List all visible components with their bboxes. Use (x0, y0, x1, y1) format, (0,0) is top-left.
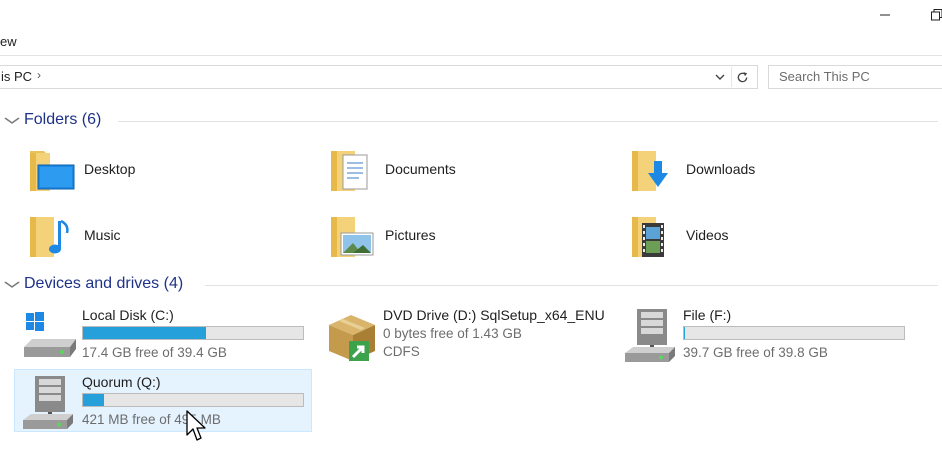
folder-item-desktop[interactable]: Desktop (26, 143, 246, 195)
drive-item-file-f[interactable]: File (F:) 39.7 GB free of 39.8 GB (617, 303, 913, 365)
drive-usage-bar (82, 326, 304, 340)
refresh-icon[interactable] (731, 67, 752, 87)
network-drive-icon (625, 309, 675, 362)
drive-name: DVD Drive (D:) SqlSetup_x64_ENU (383, 307, 605, 323)
drive-usage-bar (82, 393, 304, 407)
drive-usage-fill (684, 327, 685, 339)
folder-item-documents[interactable]: Documents (327, 143, 547, 195)
ribbon-divider (0, 55, 942, 56)
music-folder-icon (30, 217, 69, 257)
folder-label: Videos (686, 227, 729, 243)
group-title: Folders (6) (24, 111, 102, 128)
drive-free-space: 17.4 GB free of 39.4 GB (82, 345, 227, 360)
desktop-folder-icon (30, 151, 75, 191)
drive-usage-bar (683, 326, 905, 340)
address-bar[interactable]: is PC › (0, 65, 758, 89)
drive-item-local-disk-c[interactable]: Local Disk (C:) 17.4 GB free of 39.4 GB (16, 303, 312, 365)
dvd-drive-icon (329, 315, 375, 361)
folder-label: Pictures (385, 227, 436, 243)
drive-usage-fill (83, 394, 104, 406)
folder-item-downloads[interactable]: Downloads (628, 143, 848, 195)
search-input[interactable]: Search This PC (768, 65, 942, 89)
network-drive-icon (23, 376, 73, 429)
folder-label: Desktop (84, 161, 136, 177)
drive-item-dvd-d[interactable]: DVD Drive (D:) SqlSetup_x64_ENU 0 bytes … (317, 303, 613, 365)
drive-name: Quorum (Q:) (82, 374, 161, 390)
folder-item-music[interactable]: Music (26, 209, 246, 261)
tab-view[interactable]: ew (0, 34, 17, 49)
breadcrumb-this-pc[interactable]: is PC (1, 69, 32, 84)
drive-item-quorum-q[interactable]: Quorum (Q:) 421 MB free of 495 MB (14, 369, 312, 432)
folder-item-videos[interactable]: Videos (628, 209, 848, 261)
folder-label: Music (84, 227, 121, 243)
group-header-folders[interactable]: Folders (6) (4, 111, 102, 129)
pictures-folder-icon (331, 217, 374, 257)
drive-filesystem: CDFS (383, 344, 420, 359)
videos-folder-icon (632, 217, 664, 257)
drive-free-space: 0 bytes free of 1.43 GB (383, 326, 522, 341)
chevron-down-icon[interactable] (711, 67, 729, 87)
group-divider (205, 285, 938, 286)
windows-drive-icon (24, 312, 76, 357)
drive-name: File (F:) (683, 307, 732, 323)
folder-label: Documents (385, 161, 456, 177)
folder-item-pictures[interactable]: Pictures (327, 209, 547, 261)
chevron-down-icon[interactable] (4, 113, 21, 128)
breadcrumb-separator-icon[interactable]: › (37, 68, 41, 82)
group-divider (118, 121, 938, 122)
downloads-folder-icon (632, 151, 668, 191)
restore-icon[interactable] (924, 4, 942, 26)
group-header-devices[interactable]: Devices and drives (4) (4, 275, 184, 293)
mouse-cursor-icon (186, 410, 206, 441)
title-bar (0, 0, 942, 30)
minimize-icon[interactable] (872, 4, 898, 26)
group-title: Devices and drives (4) (24, 275, 184, 292)
folder-label: Downloads (686, 161, 756, 177)
drive-name: Local Disk (C:) (82, 307, 174, 323)
search-placeholder: Search This PC (779, 69, 870, 84)
drive-usage-fill (83, 327, 206, 339)
chevron-down-icon[interactable] (4, 277, 21, 292)
drive-free-space: 39.7 GB free of 39.8 GB (683, 345, 828, 360)
documents-folder-icon (331, 151, 368, 191)
